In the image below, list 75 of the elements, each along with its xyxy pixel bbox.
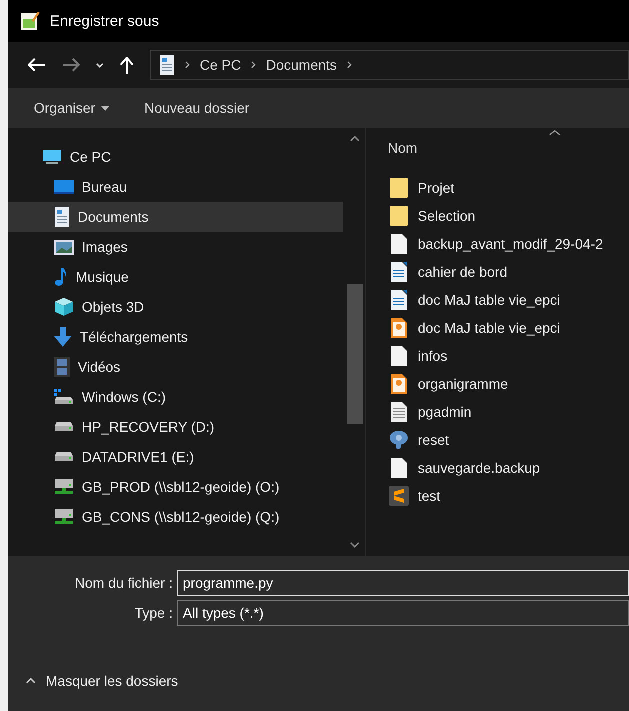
sidebar-item[interactable]: Documents (8, 202, 343, 232)
sidebar-item[interactable]: Objets 3D (8, 292, 343, 322)
up-arrow-icon[interactable] (120, 56, 134, 74)
text-document-icon (391, 262, 407, 282)
hide-folders-button[interactable]: Masquer les dossiers (8, 672, 184, 690)
type-dropdown[interactable]: All types (*.*) (177, 600, 629, 626)
cube-icon (54, 297, 74, 317)
text-file-icon (391, 402, 407, 422)
breadcrumb-item[interactable]: Documents (266, 57, 338, 73)
new-folder-button[interactable]: Nouveau dossier (132, 96, 262, 120)
desktop-icon (54, 180, 74, 194)
sidebar-item[interactable]: Ce PC (8, 142, 343, 172)
sort-up-icon (549, 130, 561, 136)
back-arrow-icon[interactable] (28, 58, 46, 72)
chevron-down-icon[interactable] (96, 62, 104, 68)
film-icon (54, 357, 70, 377)
file-icon (391, 234, 407, 254)
breadcrumb-item[interactable]: Ce PC (200, 57, 242, 73)
name-column-header[interactable]: Nom (388, 130, 508, 166)
network-drive-icon (54, 479, 74, 495)
caret-icon (101, 106, 110, 110)
file-name[interactable]: pgadmin (418, 404, 472, 420)
network-drive-icon (54, 509, 74, 525)
file-name[interactable]: infos (418, 348, 448, 364)
music-note-icon (54, 267, 68, 287)
drive-icon (54, 422, 74, 432)
pdf-file-icon (391, 374, 407, 394)
sidebar-item[interactable]: GB_CONS (\\sbl12-geoide) (Q:) (8, 502, 343, 532)
text-document-icon (391, 290, 407, 310)
sidebar-item[interactable]: HP_RECOVERY (D:) (8, 412, 343, 442)
drive-icon (54, 389, 74, 405)
file-icon (391, 346, 407, 366)
computer-icon (42, 149, 62, 165)
chevron-right-icon (347, 61, 352, 69)
organize-button[interactable]: Organiser (22, 96, 122, 120)
chevron-right-icon (185, 61, 190, 69)
scroll-down-icon[interactable] (350, 542, 360, 548)
file-name[interactable]: doc MaJ table vie_epci (418, 292, 560, 308)
address-bar[interactable]: Ce PC Documents (150, 50, 629, 80)
sidebar-item[interactable]: DATADRIVE1 (E:) (8, 442, 343, 472)
sidebar-item[interactable]: Téléchargements (8, 322, 343, 352)
file-name[interactable]: organigramme (418, 376, 508, 392)
chevron-up-icon (26, 678, 36, 684)
notepad-icon (20, 11, 40, 31)
window-title: Enregistrer sous (50, 12, 160, 30)
sidebar-item[interactable]: Images (8, 232, 343, 262)
sidebar-item[interactable]: Vidéos (8, 352, 343, 382)
pdf-file-icon (391, 318, 407, 338)
document-icon (54, 207, 70, 227)
image-icon (54, 240, 74, 254)
file-name[interactable]: doc MaJ table vie_epci (418, 320, 560, 336)
file-name[interactable]: Projet (418, 180, 455, 196)
scroll-up-icon[interactable] (350, 136, 360, 142)
filename-label: Nom du fichier : (74, 575, 174, 591)
file-name[interactable]: backup_avant_modif_29-04-2 (418, 236, 604, 252)
sidebar-item[interactable]: Windows (C:) (8, 382, 343, 412)
file-icon (391, 458, 407, 478)
folder-icon (390, 178, 408, 198)
file-name[interactable]: sauvegarde.backup (418, 460, 540, 476)
folder-icon (390, 206, 408, 226)
file-name[interactable]: test (418, 488, 441, 504)
forward-arrow-icon[interactable] (62, 58, 80, 72)
sidebar-item[interactable]: Bureau (8, 172, 343, 202)
chevron-right-icon (251, 61, 256, 69)
download-arrow-icon (54, 327, 72, 347)
sidebar-item[interactable]: GB_PROD (\\sbl12-geoide) (O:) (8, 472, 343, 502)
drive-icon (54, 452, 74, 462)
file-name[interactable]: cahier de bord (418, 264, 508, 280)
scrollbar-thumb[interactable] (347, 284, 363, 424)
file-name[interactable]: reset (418, 432, 450, 448)
file-name[interactable]: Selection (418, 208, 476, 224)
sidebar-item[interactable]: Musique (8, 262, 343, 292)
filename-field[interactable]: programme.py (177, 570, 629, 596)
type-label: Type : (134, 605, 174, 621)
document-icon (159, 55, 175, 75)
